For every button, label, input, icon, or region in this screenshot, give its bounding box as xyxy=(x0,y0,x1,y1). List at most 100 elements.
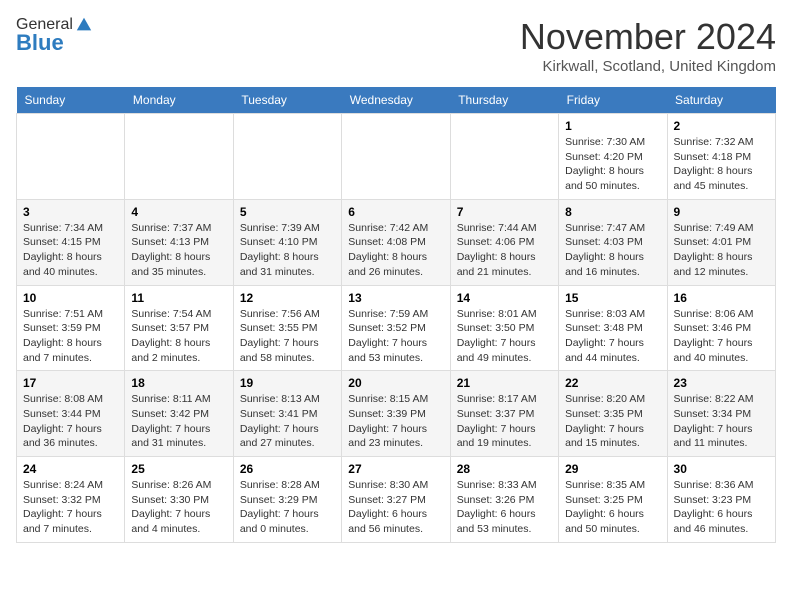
day-info: Sunrise: 8:03 AM Sunset: 3:48 PM Dayligh… xyxy=(565,307,660,366)
day-info: Sunrise: 8:22 AM Sunset: 3:34 PM Dayligh… xyxy=(674,392,769,451)
day-cell: 23 Sunrise: 8:22 AM Sunset: 3:34 PM Dayli… xyxy=(667,371,775,457)
day-cell xyxy=(342,114,450,200)
day-cell: 12Sunrise: 7:56 AM Sunset: 3:55 PM Dayli… xyxy=(233,285,341,371)
day-info: Sunrise: 8:33 AM Sunset: 3:26 PM Dayligh… xyxy=(457,478,552,537)
day-info: Sunrise: 7:49 AM Sunset: 4:01 PM Dayligh… xyxy=(674,221,769,280)
day-info: Sunrise: 7:51 AM Sunset: 3:59 PM Dayligh… xyxy=(23,307,118,366)
days-header-row: SundayMondayTuesdayWednesdayThursdayFrid… xyxy=(17,87,776,114)
day-info: Sunrise: 7:32 AM Sunset: 4:18 PM Dayligh… xyxy=(674,135,769,194)
day-cell: 30 Sunrise: 8:36 AM Sunset: 3:23 PM Dayli… xyxy=(667,457,775,543)
day-number: 21 xyxy=(457,376,552,390)
day-cell: 1 Sunrise: 7:30 AM Sunset: 4:20 PM Daylig… xyxy=(559,114,667,200)
page-header: General Blue November 2024 Kirkwall, Sco… xyxy=(16,16,776,75)
day-info: Sunrise: 8:06 AM Sunset: 3:46 PM Dayligh… xyxy=(674,307,769,366)
day-cell: 7Sunrise: 7:44 AM Sunset: 4:06 PM Daylig… xyxy=(450,199,558,285)
day-cell: 6Sunrise: 7:42 AM Sunset: 4:08 PM Daylig… xyxy=(342,199,450,285)
day-number: 20 xyxy=(348,376,443,390)
week-row-4: 24Sunrise: 8:24 AM Sunset: 3:32 PM Dayli… xyxy=(17,457,776,543)
day-number: 11 xyxy=(131,291,226,305)
week-row-1: 3 Sunrise: 7:34 AM Sunset: 4:15 PM Daylig… xyxy=(17,199,776,285)
day-info: Sunrise: 8:11 AM Sunset: 3:42 PM Dayligh… xyxy=(131,392,226,451)
day-number: 22 xyxy=(565,376,660,390)
day-number: 16 xyxy=(674,291,769,305)
day-info: Sunrise: 8:15 AM Sunset: 3:39 PM Dayligh… xyxy=(348,392,443,451)
header-sunday: Sunday xyxy=(17,87,125,114)
location-text: Kirkwall, Scotland, United Kingdom xyxy=(520,58,776,75)
day-number: 26 xyxy=(240,462,335,476)
day-info: Sunrise: 7:44 AM Sunset: 4:06 PM Dayligh… xyxy=(457,221,552,280)
day-cell: 10 Sunrise: 7:51 AM Sunset: 3:59 PM Dayli… xyxy=(17,285,125,371)
day-info: Sunrise: 8:30 AM Sunset: 3:27 PM Dayligh… xyxy=(348,478,443,537)
day-cell: 21 Sunrise: 8:17 AM Sunset: 3:37 PM Dayli… xyxy=(450,371,558,457)
day-cell xyxy=(17,114,125,200)
header-monday: Monday xyxy=(125,87,233,114)
day-info: Sunrise: 7:30 AM Sunset: 4:20 PM Dayligh… xyxy=(565,135,660,194)
title-block: November 2024 Kirkwall, Scotland, United… xyxy=(520,16,776,75)
day-cell: 8 Sunrise: 7:47 AM Sunset: 4:03 PM Daylig… xyxy=(559,199,667,285)
day-number: 1 xyxy=(565,119,660,133)
day-number: 13 xyxy=(348,291,443,305)
day-info: Sunrise: 7:47 AM Sunset: 4:03 PM Dayligh… xyxy=(565,221,660,280)
day-number: 19 xyxy=(240,376,335,390)
day-number: 18 xyxy=(131,376,226,390)
day-number: 30 xyxy=(674,462,769,476)
day-number: 29 xyxy=(565,462,660,476)
day-cell xyxy=(125,114,233,200)
day-cell: 20 Sunrise: 8:15 AM Sunset: 3:39 PM Dayli… xyxy=(342,371,450,457)
day-info: Sunrise: 8:35 AM Sunset: 3:25 PM Dayligh… xyxy=(565,478,660,537)
day-cell: 24Sunrise: 8:24 AM Sunset: 3:32 PM Dayli… xyxy=(17,457,125,543)
week-row-0: 1 Sunrise: 7:30 AM Sunset: 4:20 PM Daylig… xyxy=(17,114,776,200)
header-tuesday: Tuesday xyxy=(233,87,341,114)
day-cell: 28 Sunrise: 8:33 AM Sunset: 3:26 PM Dayli… xyxy=(450,457,558,543)
day-info: Sunrise: 7:34 AM Sunset: 4:15 PM Dayligh… xyxy=(23,221,118,280)
day-cell: 14 Sunrise: 8:01 AM Sunset: 3:50 PM Dayli… xyxy=(450,285,558,371)
week-row-2: 10 Sunrise: 7:51 AM Sunset: 3:59 PM Dayli… xyxy=(17,285,776,371)
day-number: 9 xyxy=(674,205,769,219)
day-info: Sunrise: 7:56 AM Sunset: 3:55 PM Dayligh… xyxy=(240,307,335,366)
day-number: 3 xyxy=(23,205,118,219)
day-cell: 2 Sunrise: 7:32 AM Sunset: 4:18 PM Daylig… xyxy=(667,114,775,200)
day-number: 25 xyxy=(131,462,226,476)
day-cell: 9 Sunrise: 7:49 AM Sunset: 4:01 PM Daylig… xyxy=(667,199,775,285)
day-cell: 25 Sunrise: 8:26 AM Sunset: 3:30 PM Dayli… xyxy=(125,457,233,543)
day-info: Sunrise: 7:37 AM Sunset: 4:13 PM Dayligh… xyxy=(131,221,226,280)
day-number: 23 xyxy=(674,376,769,390)
day-info: Sunrise: 7:42 AM Sunset: 4:08 PM Dayligh… xyxy=(348,221,443,280)
day-cell: 26 Sunrise: 8:28 AM Sunset: 3:29 PM Dayli… xyxy=(233,457,341,543)
day-info: Sunrise: 8:36 AM Sunset: 3:23 PM Dayligh… xyxy=(674,478,769,537)
header-wednesday: Wednesday xyxy=(342,87,450,114)
day-info: Sunrise: 8:28 AM Sunset: 3:29 PM Dayligh… xyxy=(240,478,335,537)
day-info: Sunrise: 8:17 AM Sunset: 3:37 PM Dayligh… xyxy=(457,392,552,451)
day-number: 8 xyxy=(565,205,660,219)
day-info: Sunrise: 7:39 AM Sunset: 4:10 PM Dayligh… xyxy=(240,221,335,280)
day-number: 4 xyxy=(131,205,226,219)
day-info: Sunrise: 8:01 AM Sunset: 3:50 PM Dayligh… xyxy=(457,307,552,366)
day-cell: 13 Sunrise: 7:59 AM Sunset: 3:52 PM Dayli… xyxy=(342,285,450,371)
day-cell: 29 Sunrise: 8:35 AM Sunset: 3:25 PM Dayli… xyxy=(559,457,667,543)
day-cell xyxy=(233,114,341,200)
calendar-table: SundayMondayTuesdayWednesdayThursdayFrid… xyxy=(16,87,776,543)
header-thursday: Thursday xyxy=(450,87,558,114)
day-cell: 3 Sunrise: 7:34 AM Sunset: 4:15 PM Daylig… xyxy=(17,199,125,285)
header-friday: Friday xyxy=(559,87,667,114)
day-info: Sunrise: 8:24 AM Sunset: 3:32 PM Dayligh… xyxy=(23,478,118,537)
day-number: 10 xyxy=(23,291,118,305)
day-info: Sunrise: 7:59 AM Sunset: 3:52 PM Dayligh… xyxy=(348,307,443,366)
day-number: 2 xyxy=(674,119,769,133)
day-cell: 15 Sunrise: 8:03 AM Sunset: 3:48 PM Dayli… xyxy=(559,285,667,371)
day-cell: 22Sunrise: 8:20 AM Sunset: 3:35 PM Dayli… xyxy=(559,371,667,457)
day-number: 15 xyxy=(565,291,660,305)
day-info: Sunrise: 8:08 AM Sunset: 3:44 PM Dayligh… xyxy=(23,392,118,451)
day-cell: 11Sunrise: 7:54 AM Sunset: 3:57 PM Dayli… xyxy=(125,285,233,371)
day-info: Sunrise: 8:13 AM Sunset: 3:41 PM Dayligh… xyxy=(240,392,335,451)
day-number: 28 xyxy=(457,462,552,476)
day-cell: 17Sunrise: 8:08 AM Sunset: 3:44 PM Dayli… xyxy=(17,371,125,457)
day-cell: 16 Sunrise: 8:06 AM Sunset: 3:46 PM Dayli… xyxy=(667,285,775,371)
day-number: 5 xyxy=(240,205,335,219)
day-number: 14 xyxy=(457,291,552,305)
week-row-3: 17Sunrise: 8:08 AM Sunset: 3:44 PM Dayli… xyxy=(17,371,776,457)
logo-icon xyxy=(75,16,93,34)
day-info: Sunrise: 8:26 AM Sunset: 3:30 PM Dayligh… xyxy=(131,478,226,537)
day-cell: 5 Sunrise: 7:39 AM Sunset: 4:10 PM Daylig… xyxy=(233,199,341,285)
day-cell: 19 Sunrise: 8:13 AM Sunset: 3:41 PM Dayli… xyxy=(233,371,341,457)
